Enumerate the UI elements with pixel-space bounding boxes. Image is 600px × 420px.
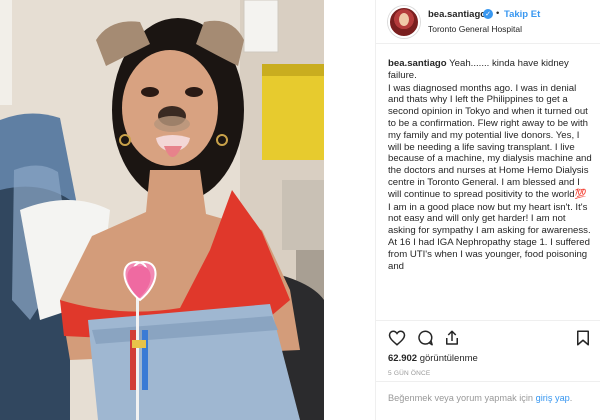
verified-badge-icon: ✓ [483,9,493,19]
instagram-post-view: bea.santiago ✓ • Takip Et Toronto Genera… [0,0,600,420]
caption-first-line: bea.santiago Yeah....... kinda have kidn… [388,58,594,82]
separator-dot: • [496,8,500,19]
post-actions: 62.902 görüntülenme 5 GÜN ÖNCE Beğenmek … [376,320,600,420]
login-prompt-bar: Beğenmek veya yorum yapmak için giriş ya… [376,381,600,420]
post-media[interactable] [0,0,324,420]
caption-paragraph: I was diagnosed months ago. I was in den… [388,82,592,200]
caption-username-link[interactable]: bea.santiago [388,58,447,69]
post-caption: bea.santiago Yeah....... kinda have kidn… [388,58,594,320]
post-header: bea.santiago ✓ • Takip Et Toronto Genera… [376,0,600,44]
view-count-number: 62.902 [388,353,418,364]
view-count: 62.902 görüntülenme [388,353,478,364]
comment-bubble-icon[interactable] [416,329,434,347]
avatar-face [399,13,409,26]
login-prompt: Beğenmek veya yorum yapmak için giriş ya… [388,392,593,404]
login-prompt-suffix: . [569,393,573,403]
username-link[interactable]: bea.santiago [428,9,486,20]
view-count-label: görüntülenme [419,353,478,364]
login-link[interactable]: giriş yap [536,393,570,403]
avatar[interactable] [388,6,420,38]
login-prompt-text: Beğenmek veya yorum yapmak için [388,393,536,403]
post-sidebar: bea.santiago ✓ • Takip Et Toronto Genera… [375,0,600,420]
share-icon[interactable] [443,329,461,347]
heart-icon[interactable] [388,329,406,347]
location-link[interactable]: Toronto General Hospital [428,24,522,34]
follow-button[interactable]: Takip Et [504,9,540,20]
post-age: 5 GÜN ÖNCE [388,370,431,377]
caption-paragraph: I am in a good place now but my heart is… [388,201,591,272]
post-photo [0,0,324,420]
bookmark-icon[interactable] [574,329,592,347]
